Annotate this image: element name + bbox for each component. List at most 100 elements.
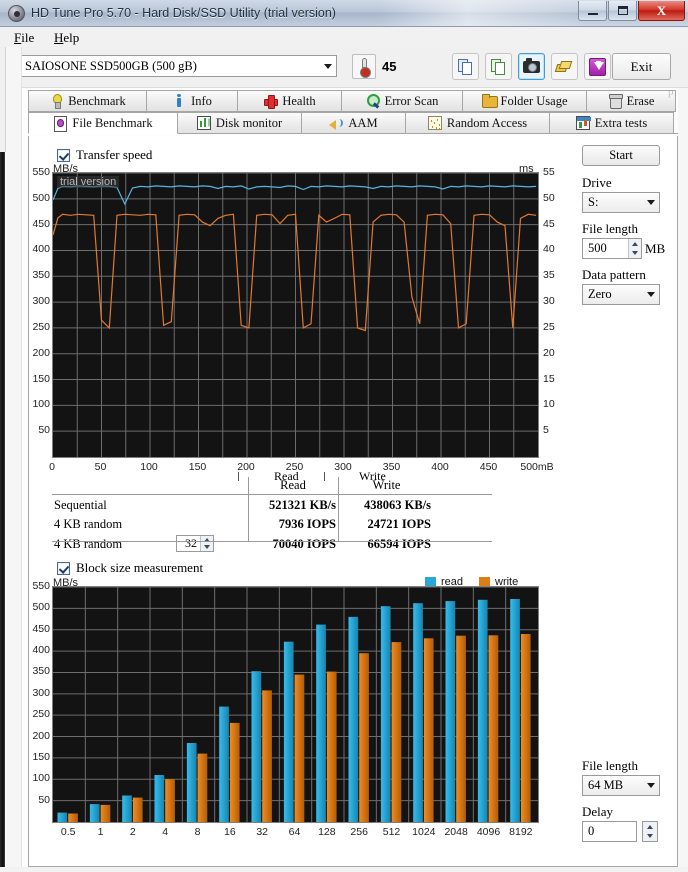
window-left-strip [6,47,22,872]
tab-row-secondary: File Benchmark Disk monitor AAM Random A… [28,112,678,134]
tab-extra-tests[interactable]: Extra tests [549,112,674,134]
tab-erase[interactable]: Erase [586,90,676,112]
title-bar: HD Tune Pro 5.70 - Hard Disk/SSD Utility… [0,0,688,27]
y-tick-label: 100 [32,772,50,785]
temperature-value: 45 [382,59,397,74]
transfer-graph-svg [52,172,538,457]
toolbar: SAIOSONE SSD500GB (500 gB) 45 Exit [0,47,688,88]
tab-health[interactable]: Health [237,90,342,112]
y2-tick-label: 35 [543,269,555,282]
drive-select[interactable]: SAIOSONE SSD500GB (500 gB) [19,55,337,77]
file-length-label-bottom: File length [582,758,638,773]
y-tick-label: 50 [38,424,50,437]
results-divider-2 [338,477,339,542]
transfer-graph-canvas: trial version [52,172,539,458]
x-tick-label: 500mB [520,461,554,473]
table-row: 4 KB random [54,517,123,531]
delay-value: 0 [588,824,595,838]
spin-down-icon[interactable] [629,249,641,259]
y-tick-label: 400 [32,644,50,657]
drive-letter-select[interactable]: S: [582,192,660,213]
delay-input[interactable]: 0 [582,821,637,842]
file-length-input-top[interactable]: 500 [582,238,642,259]
copy-info-button[interactable] [452,53,479,80]
chevron-down-icon [642,285,659,304]
menu-file[interactable]: File [8,29,40,47]
tab-disk-monitor[interactable]: Disk monitor [177,112,302,134]
screenshot-button[interactable] [518,53,545,80]
window-bottom-strip [0,867,688,872]
data-pattern-select[interactable]: Zero [582,284,660,305]
y-tick-label: 550 [32,580,50,592]
y-tick-label: 50 [38,793,50,806]
spin-down-icon[interactable] [201,544,213,552]
temperature-indicator [352,54,376,79]
file-length-spin-buttons[interactable] [628,239,641,258]
table-row: Sequential [54,498,107,512]
results-header-read: Read [280,478,306,492]
tags-button[interactable] [551,53,578,80]
y2-tick-label: 5 [543,424,549,437]
spin-up-icon[interactable] [629,239,641,249]
drive-select-value: SAIOSONE SSD500GB (500 gB) [25,58,197,73]
tab-folder-usage[interactable]: Folder Usage [462,90,587,112]
y2-tick-label: 55 [543,166,555,178]
hdtune-window: HD Tune Pro 5.70 - Hard Disk/SSD Utility… [0,0,688,872]
trial-watermark: trial version [57,176,120,188]
queue-depth-stepper[interactable]: 32 [176,535,214,552]
tab-info[interactable]: Info [146,90,238,112]
spin-down-icon[interactable] [643,832,657,842]
exit-button[interactable]: Exit [612,53,671,80]
copy-excel-button[interactable] [485,53,512,80]
y-tick-label: 500 [32,191,50,204]
results-header-write: Write [372,478,401,492]
tab-benchmark[interactable]: Benchmark [28,90,147,112]
start-button[interactable]: Start [582,145,660,166]
minimize-button[interactable] [578,1,607,21]
tab-error-scan[interactable]: Error Scan [341,90,463,112]
window-title: HD Tune Pro 5.70 - Hard Disk/SSD Utility… [31,6,336,20]
block-graph-svg [53,586,538,822]
y-tick-label: 350 [32,269,50,282]
file-length-select-bottom[interactable]: 64 MB [582,775,660,796]
speaker-icon [329,116,344,130]
maximize-button[interactable] [608,1,637,21]
thermometer-icon [360,58,371,78]
results-table: Read Write Sequential 521321 KB/s 438063… [52,477,492,552]
tab-random-access[interactable]: Random Access [405,112,550,134]
x-tick-label: 8192 [509,826,533,838]
y2-tick-label: 50 [543,191,555,204]
tab-aam[interactable]: AAM [301,112,406,134]
queue-depth-spin-buttons[interactable] [200,536,213,551]
y-tick-label: 200 [32,346,50,359]
tab-file-benchmark[interactable]: File Benchmark [28,112,178,134]
block-size-checkbox[interactable]: Block size measurement [57,560,203,576]
menu-help[interactable]: Help [48,29,85,47]
copy-green-icon [491,58,506,75]
folder-icon [481,94,498,108]
y-tick-label: 100 [32,398,50,411]
block-x-axis-labels: 0.5 1 2 4 8 16 32 64 128 256 512 1024 2048 4096 8192 [52,826,539,840]
tab-error-scan-label: Error Scan [384,93,439,108]
transfer-speed-checkbox[interactable]: Transfer speed [57,147,152,163]
tab-health-label: Health [282,93,316,108]
tab-disk-monitor-label: Disk monitor [215,115,283,130]
table-row: 7936 IOPS [278,517,336,531]
close-button[interactable]: X [638,1,685,21]
x-tick-label: 450 [479,461,498,473]
random-dots-icon [427,116,442,130]
table-row: 66594 IOPS [367,537,431,551]
spin-up-icon[interactable] [201,536,213,544]
chevron-down-icon [642,193,659,212]
tab-extra-tests-label: Extra tests [594,115,648,130]
menu-bar: File Help File Help [0,27,688,59]
corner-artifact: p [668,86,674,98]
download-button[interactable] [584,53,611,80]
spin-up-icon[interactable] [643,822,657,832]
camera-icon [523,57,540,73]
y-tick-label: 450 [32,217,50,230]
tags-icon [554,60,573,74]
tab-benchmark-label: Benchmark [68,93,126,108]
app-icon [8,4,25,22]
delay-spin-buttons[interactable] [642,821,658,842]
